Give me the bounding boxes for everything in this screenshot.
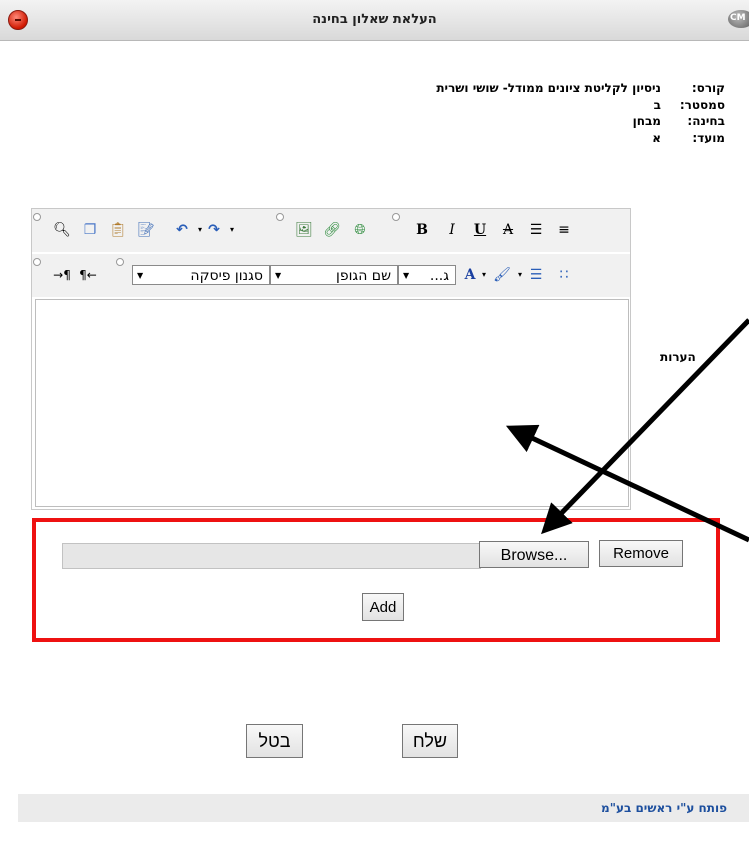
annotation-arrows [505, 318, 749, 543]
arrow-to-browse [541, 318, 749, 535]
